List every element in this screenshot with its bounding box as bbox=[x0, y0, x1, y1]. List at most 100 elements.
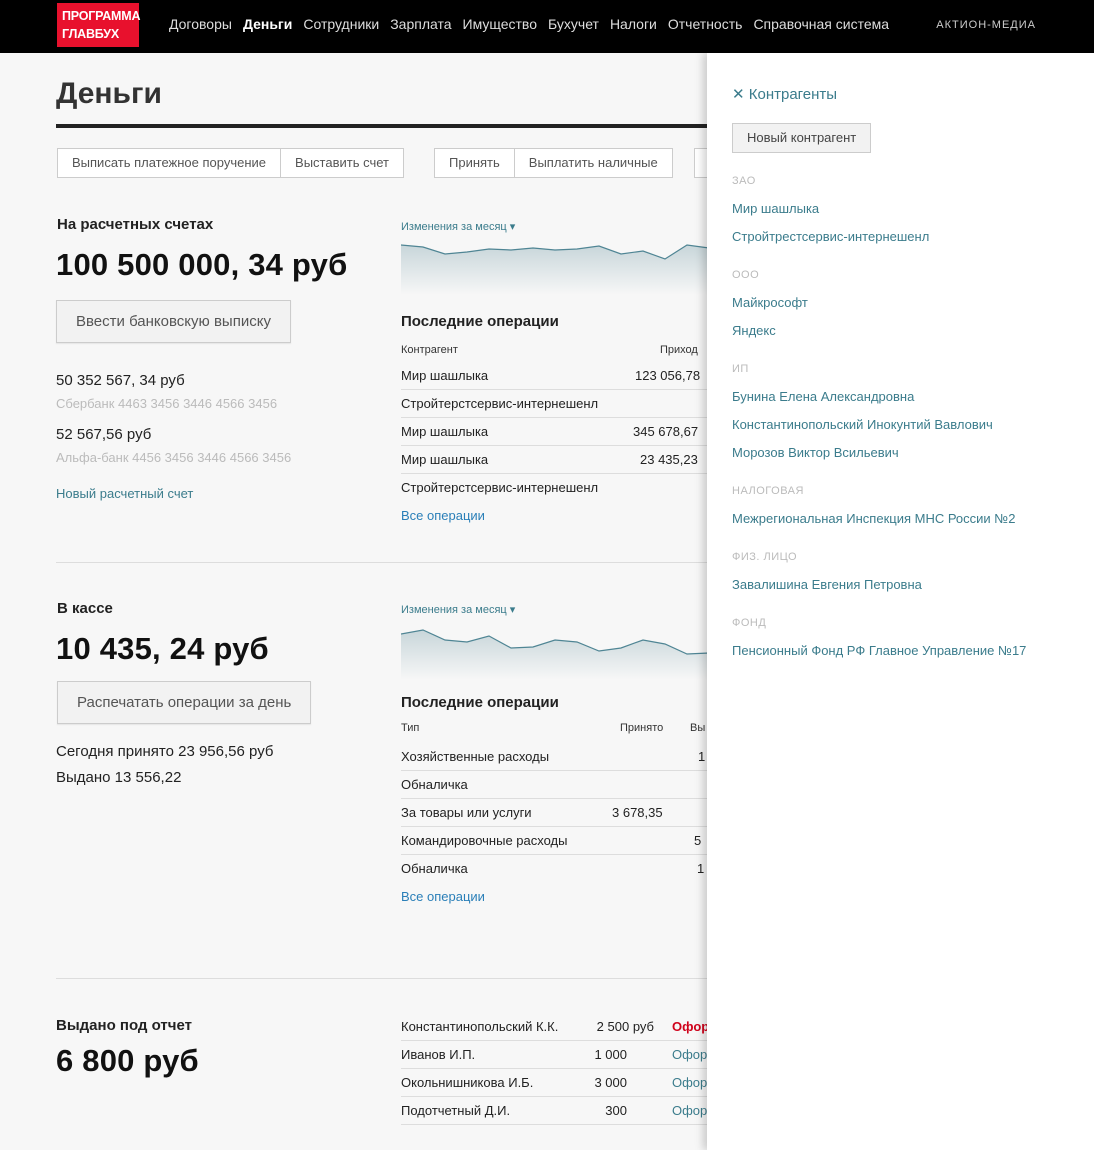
counterparty-link[interactable]: Константинопольский Инокунтий Вавлович bbox=[732, 417, 993, 432]
cash-ops-title: Последние операции bbox=[401, 694, 559, 711]
counterparty-link[interactable]: Яндекс bbox=[732, 323, 776, 338]
op-type: Хозяйственные расходы bbox=[401, 749, 550, 764]
brand-label[interactable]: АКТИОН-МЕДИА bbox=[936, 19, 1036, 31]
counterparty-link[interactable]: Пенсионный Фонд РФ Главное Управление №1… bbox=[732, 643, 1026, 658]
new-counterparty-button[interactable]: Новый контрагент bbox=[732, 123, 872, 153]
bank-ops-row[interactable]: Мир шашлыка 345 678,67 bbox=[401, 418, 721, 446]
process-link[interactable]: Офор bbox=[672, 1047, 707, 1062]
enter-bank-statement-button[interactable]: Ввести банковскую выписку bbox=[56, 300, 291, 343]
process-link[interactable]: Офор bbox=[672, 1019, 709, 1034]
logo-line-1: ПРОГРАММА bbox=[62, 9, 141, 23]
accountable-person: Окольнишникова И.Б. bbox=[401, 1075, 534, 1090]
print-day-ops-button[interactable]: Распечатать операции за день bbox=[57, 681, 312, 724]
chevron-down-icon: ▾ bbox=[509, 604, 516, 616]
op-type: Обналичка bbox=[401, 861, 468, 876]
op-issued: 5 bbox=[694, 833, 702, 848]
accountable-person: Константинопольский К.К. bbox=[401, 1019, 559, 1034]
top-navbar: ПРОГРАММА ГЛАВБУХ Договоры Деньги Сотруд… bbox=[0, 0, 1094, 53]
group-label: ФОНД bbox=[732, 617, 767, 629]
op-received: 3 678,35 bbox=[612, 805, 663, 820]
bank-total-amount: 100 500 000, 34 руб bbox=[56, 247, 348, 282]
op-issued: 1 bbox=[697, 861, 705, 876]
new-account-link[interactable]: Новый расчетный счет bbox=[56, 486, 193, 501]
bank-ops-title: Последние операции bbox=[401, 313, 559, 330]
bank-section-title: На расчетных счетах bbox=[57, 216, 214, 233]
counterparty-link[interactable]: Завалишина Евгения Петровна bbox=[732, 577, 922, 592]
counterparty-name: Мир шашлыка bbox=[401, 368, 489, 383]
counterparty-name: Мир шашлыка bbox=[401, 452, 489, 467]
main-nav: Договоры Деньги Сотрудники Зарплата Имущ… bbox=[169, 0, 900, 47]
pay-cash-button[interactable]: Выплатить наличные bbox=[515, 149, 672, 177]
group-label: НАЛОГОВАЯ bbox=[732, 485, 804, 497]
nav-item-property[interactable]: Имущество bbox=[463, 16, 537, 32]
bank-ops-header-income: Приход bbox=[660, 344, 698, 356]
title-divider bbox=[56, 124, 756, 128]
cash-changes-dropdown[interactable]: Изменения за месяц ▾ bbox=[401, 603, 515, 616]
counterparty-link[interactable]: Стройтрестсервис-интернешенл bbox=[732, 229, 929, 244]
drawer-title: Контрагенты bbox=[748, 86, 838, 103]
page-title: Деньги bbox=[56, 77, 162, 110]
nav-item-contracts[interactable]: Договоры bbox=[169, 16, 232, 32]
nav-item-accounting[interactable]: Бухучет bbox=[548, 16, 599, 32]
process-link[interactable]: Офор bbox=[672, 1103, 707, 1118]
toolbar-group-2: Принять Выплатить наличные bbox=[434, 148, 673, 178]
issue-invoice-button[interactable]: Выставить счет bbox=[281, 149, 403, 177]
group-label: ООО bbox=[732, 269, 760, 281]
group-label: ИП bbox=[732, 363, 749, 375]
cash-ops-row[interactable]: Хозяйственные расходы 1 bbox=[401, 743, 721, 771]
chevron-down-icon: ▾ bbox=[509, 221, 516, 233]
counterparty-link[interactable]: Межрегиональная Инспекция МНС России №2 bbox=[732, 511, 1015, 526]
account-2-bank: Альфа-банк 4456 3456 3446 4566 3456 bbox=[56, 450, 292, 465]
accountable-amount: 3 000 bbox=[594, 1075, 627, 1090]
bank-ops-header-counterparty: Контрагент bbox=[401, 344, 458, 356]
logo[interactable]: ПРОГРАММА ГЛАВБУХ bbox=[57, 3, 141, 47]
write-payment-order-button[interactable]: Выписать платежное поручение bbox=[58, 149, 282, 177]
op-type: За товары или услуги bbox=[401, 805, 532, 820]
nav-item-employees[interactable]: Сотрудники bbox=[303, 16, 379, 32]
accept-button[interactable]: Принять bbox=[435, 149, 515, 177]
report-total-amount: 6 800 руб bbox=[56, 1043, 199, 1078]
op-type: Командировочные расходы bbox=[401, 833, 568, 848]
bank-ops-row[interactable]: Мир шашлыка 23 435,23 bbox=[401, 446, 721, 474]
counterparty-link[interactable]: Бунина Елена Александровна bbox=[732, 389, 914, 404]
cash-ops-row[interactable]: Командировочные расходы 5 bbox=[401, 827, 721, 855]
nav-item-reference[interactable]: Справочная система bbox=[753, 16, 889, 32]
bank-changes-label: Изменения за месяц bbox=[401, 221, 507, 233]
nav-item-reports[interactable]: Отчетность bbox=[668, 16, 743, 32]
counterparties-drawer: ✕ Контрагенты Новый контрагент ЗАО Мир ш… bbox=[707, 53, 1094, 1150]
nav-item-salary[interactable]: Зарплата bbox=[390, 16, 451, 32]
income-value: 345 678,67 bbox=[633, 424, 699, 439]
report-row[interactable]: Иванов И.П. 1 000 Офор bbox=[401, 1041, 721, 1069]
nav-item-taxes[interactable]: Налоги bbox=[610, 16, 657, 32]
report-row[interactable]: Окольнишникова И.Б. 3 000 Офор bbox=[401, 1069, 721, 1097]
counterparty-link[interactable]: Мир шашлыка bbox=[732, 201, 819, 216]
report-section-title: Выдано под отчет bbox=[56, 1017, 192, 1034]
op-issued: 1 bbox=[698, 749, 706, 764]
bank-ops-row[interactable]: Стройтерстсервис-интернешенл bbox=[401, 390, 721, 418]
bank-changes-dropdown[interactable]: Изменения за месяц ▾ bbox=[401, 220, 515, 233]
cash-ops-row[interactable]: Обналичка bbox=[401, 771, 721, 799]
income-value: 123 056,78 bbox=[635, 368, 701, 383]
report-row[interactable]: Подотчетный Д.И. 300 Офор bbox=[401, 1097, 721, 1125]
counterparty-link[interactable]: Морозов Виктор Всильевич bbox=[732, 445, 899, 460]
cash-all-ops-link[interactable]: Все операции bbox=[401, 889, 485, 904]
close-drawer-button[interactable]: ✕ Контрагенты bbox=[732, 85, 837, 103]
cash-total-amount: 10 435, 24 руб bbox=[56, 631, 269, 666]
nav-item-money[interactable]: Деньги bbox=[243, 16, 292, 32]
cash-today-received: Сегодня принято 23 956,56 руб bbox=[56, 743, 274, 760]
cash-ops-row[interactable]: Обналичка 1 bbox=[401, 855, 721, 883]
process-link[interactable]: Офор bbox=[672, 1075, 707, 1090]
cash-ops-header-issued: Вы bbox=[690, 722, 706, 734]
bank-ops-row[interactable]: Стройтерстсервис-интернешенл bbox=[401, 474, 721, 502]
section-divider bbox=[56, 562, 756, 563]
income-value: 23 435,23 bbox=[640, 452, 698, 467]
cash-ops-header-received: Принято bbox=[620, 722, 664, 734]
report-row[interactable]: Константинопольский К.К. 2 500 руб Офор bbox=[401, 1013, 721, 1041]
group-label: ФИЗ. ЛИЦО bbox=[732, 551, 798, 563]
counterparty-link[interactable]: Майкрософт bbox=[732, 295, 808, 310]
bank-ops-row[interactable]: Мир шашлыка 123 056,78 bbox=[401, 362, 721, 390]
cash-issued: Выдано 13 556,22 bbox=[56, 769, 182, 786]
bank-all-ops-link[interactable]: Все операции bbox=[401, 508, 485, 523]
counterparty-name: Стройтерстсервис-интернешенл bbox=[401, 396, 599, 411]
cash-ops-row[interactable]: За товары или услуги 3 678,35 bbox=[401, 799, 721, 827]
